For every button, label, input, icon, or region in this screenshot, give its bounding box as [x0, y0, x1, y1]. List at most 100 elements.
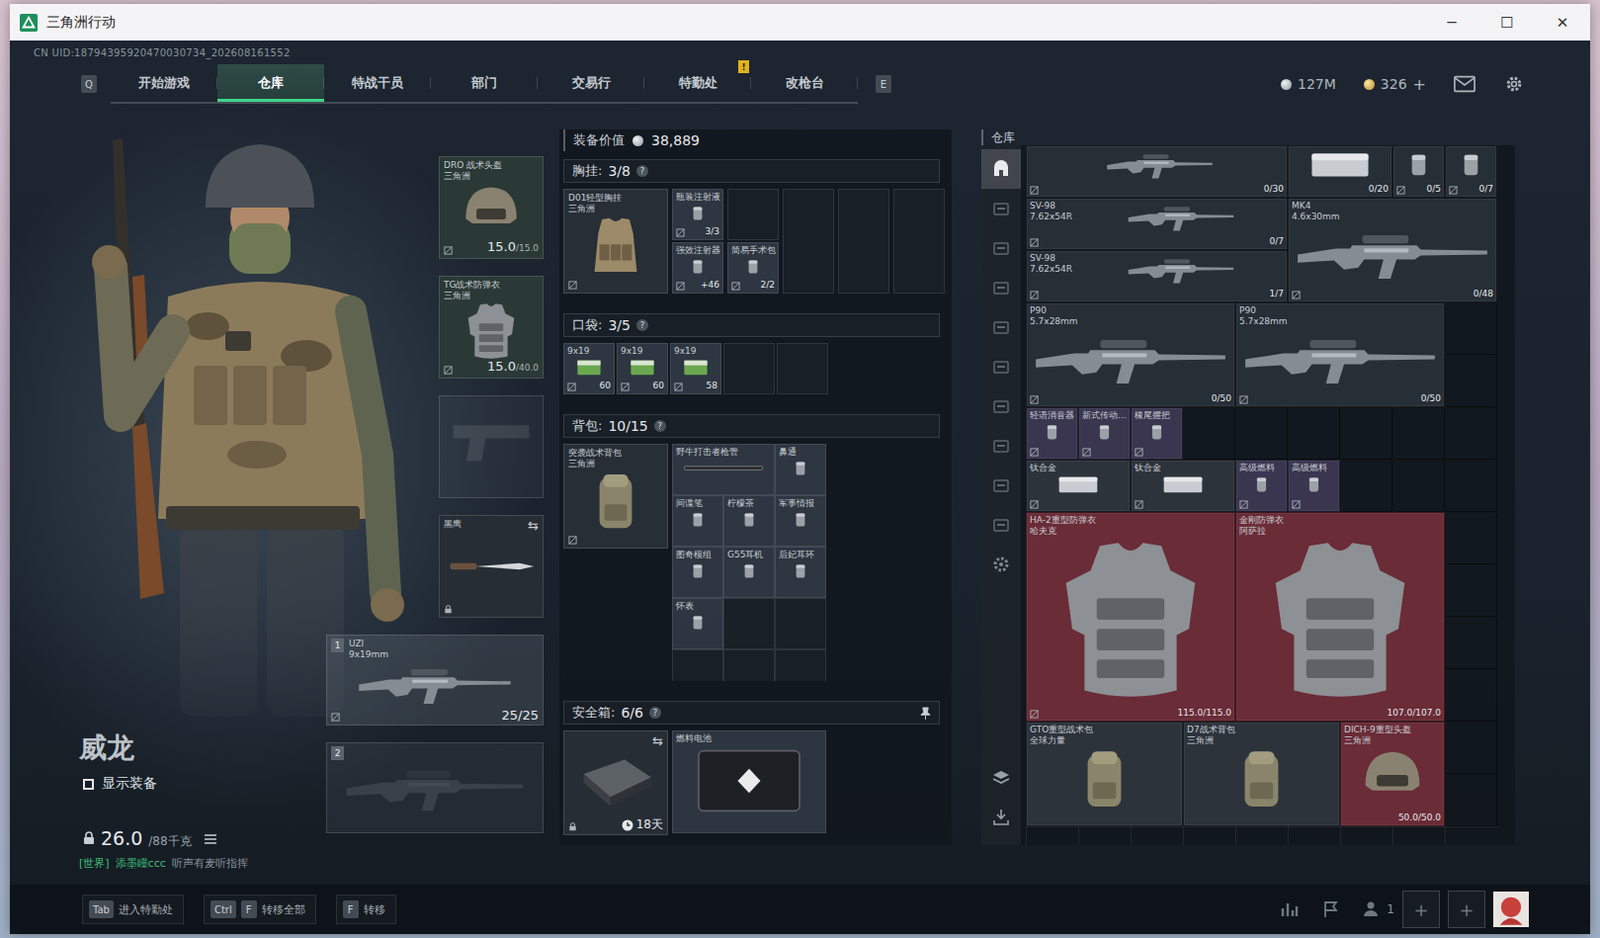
warehouse-item[interactable]: 0/5 [1392, 145, 1445, 198]
empty-slot[interactable] [727, 188, 779, 241]
warehouse-tab[interactable] [981, 307, 1021, 347]
key-hint[interactable]: F转移 [336, 894, 397, 925]
warehouse-item[interactable]: GTO重型战术包全球力量 [1025, 721, 1183, 827]
weapon-slot[interactable]: 2 [326, 742, 544, 834]
warehouse-item[interactable]: D7战术背包三角洲 [1182, 721, 1341, 827]
inventory-item[interactable]: G55耳机 [723, 546, 775, 598]
next-tab-key[interactable]: E [875, 75, 892, 93]
container-item[interactable]: ⇆18天 [563, 730, 669, 836]
stats-chart-icon[interactable] [1279, 899, 1300, 920]
warehouse-item[interactable]: 金刚防弹衣阿萨拉107.0/107.0 [1235, 511, 1445, 722]
warehouse-item[interactable]: P905.7x28mm0/50 [1235, 302, 1445, 408]
empty-slot[interactable] [723, 597, 775, 650]
party-count[interactable]: 1 [1362, 899, 1395, 920]
inventory-item[interactable]: 军事情报 [774, 495, 827, 547]
gear-icon[interactable] [1503, 74, 1525, 94]
warehouse-tab[interactable] [981, 425, 1021, 466]
empty-slot[interactable] [1392, 407, 1445, 460]
nav-tab[interactable]: 交易行 [537, 64, 645, 102]
warehouse-tab[interactable] [981, 505, 1021, 545]
empty-slot[interactable] [774, 597, 827, 650]
empty-slot[interactable] [1444, 302, 1498, 355]
inventory-item[interactable]: 鼻通 [774, 443, 827, 496]
empty-slot[interactable] [1444, 511, 1498, 565]
key-hint[interactable]: Tab进入特勤处 [82, 894, 184, 925]
empty-slot[interactable] [1444, 354, 1498, 408]
chat-line[interactable]: [世界]添墨瞳ccc听声有麦听指挥 [9, 855, 327, 872]
empty-slot[interactable] [1444, 459, 1498, 512]
warehouse-tab[interactable] [981, 149, 1021, 189]
empty-slot[interactable] [1392, 459, 1445, 512]
inventory-item[interactable]: 9x1960 [616, 342, 669, 395]
warehouse-item[interactable]: HA-2重型防弹衣哈夫克115.0/115.0 [1025, 511, 1236, 722]
prev-tab-key[interactable]: Q [81, 75, 97, 93]
warehouse-item[interactable]: 橡尾握把 [1130, 407, 1183, 460]
empty-slot[interactable] [776, 342, 829, 395]
invite-slot[interactable]: + [1402, 890, 1440, 928]
warehouse-tool[interactable] [981, 797, 1021, 838]
empty-slot[interactable] [1235, 407, 1288, 460]
warehouse-item[interactable]: 0/30 [1025, 145, 1288, 198]
warehouse-item[interactable]: SV-987.62x54R0/7 [1025, 197, 1288, 251]
nav-tab[interactable]: 特战干员 [324, 64, 431, 102]
warehouse-item[interactable]: DICH-9重型头盔三角洲50.0/50.0 [1340, 721, 1445, 827]
swap-button[interactable]: ⇆ [652, 734, 664, 748]
add-currency-button[interactable]: + [1413, 75, 1427, 94]
empty-slot[interactable] [672, 649, 724, 681]
warehouse-tab[interactable] [981, 386, 1021, 426]
equipment-slot[interactable]: 黑鹰⇆ [438, 514, 544, 618]
nav-tab[interactable]: 开始游戏 [110, 64, 218, 102]
inventory-item[interactable]: 燃料电池 [672, 730, 827, 834]
help-button[interactable]: ? [649, 706, 662, 719]
mail-icon[interactable] [1453, 74, 1476, 94]
empty-slot[interactable] [1444, 721, 1498, 774]
warehouse-tool[interactable] [981, 757, 1021, 798]
empty-slot[interactable] [1182, 407, 1236, 460]
invite-slot[interactable]: + [1447, 890, 1486, 928]
window-control-button[interactable]: ☐ [1479, 3, 1535, 41]
inventory-item[interactable]: 9x1958 [670, 342, 722, 395]
pin-icon[interactable] [920, 706, 931, 720]
warehouse-item[interactable]: 0/20 [1287, 145, 1393, 198]
empty-slot[interactable] [1287, 407, 1341, 460]
warehouse-item[interactable]: SV-987.62x54R1/7 [1025, 250, 1288, 303]
empty-slot[interactable] [774, 649, 827, 681]
empty-slot[interactable] [1444, 616, 1498, 670]
warehouse-item[interactable]: 高级燃料 [1235, 459, 1288, 512]
help-button[interactable]: ? [636, 165, 649, 177]
equipment-slot[interactable]: DRO 战术头盔三角洲15.0/15.0 [438, 156, 544, 259]
inventory-item[interactable]: 图奇模组 [672, 546, 724, 598]
container-item[interactable]: 突袭战术背包三角洲 [563, 443, 669, 549]
inventory-item[interactable]: 强效注射器+46 [672, 242, 724, 294]
equipment-slot[interactable]: TG战术防弹衣三角洲15.0/40.0 [438, 275, 544, 379]
nav-tab[interactable]: 仓库 [217, 64, 325, 102]
warehouse-item[interactable]: 钛合金 [1130, 459, 1236, 512]
inventory-item[interactable]: 9x1960 [563, 342, 615, 395]
inventory-item[interactable]: 柠檬茶 [723, 495, 775, 547]
player-avatar-icon[interactable] [1493, 891, 1529, 927]
inventory-item[interactable]: 怀表 [672, 597, 724, 650]
swap-button[interactable]: ⇆ [527, 518, 539, 532]
warehouse-tab[interactable] [981, 267, 1021, 308]
nav-tab[interactable]: 部门 [430, 64, 538, 102]
inventory-item[interactable]: 瓶装注射液3/3 [672, 188, 724, 241]
empty-slot[interactable] [1444, 669, 1498, 722]
inventory-item[interactable]: 野牛打击者枪管 [672, 443, 775, 496]
warehouse-tab[interactable] [981, 465, 1021, 506]
equipment-slot[interactable] [438, 395, 544, 499]
warehouse-item[interactable]: P905.7x28mm0/50 [1025, 302, 1236, 408]
window-control-button[interactable]: ─ [1424, 3, 1480, 41]
help-button[interactable]: ? [636, 319, 649, 332]
empty-slot[interactable] [723, 342, 775, 395]
weapon-slot[interactable]: 1UZI9x19mm25/25 [326, 634, 544, 726]
empty-slot[interactable] [893, 188, 945, 294]
empty-slot[interactable] [723, 649, 775, 681]
warehouse-item[interactable]: MK44.6x30mm0/48 [1287, 197, 1498, 303]
warehouse-tab[interactable] [981, 188, 1021, 229]
warehouse-item[interactable]: 新式传动… [1078, 407, 1131, 460]
empty-slot[interactable] [1340, 407, 1393, 460]
inventory-item[interactable]: 简易手术包2/2 [727, 242, 779, 294]
show-gear-checkbox[interactable] [83, 778, 94, 790]
key-hint[interactable]: CtrlF转移全部 [203, 894, 317, 925]
empty-slot[interactable] [1444, 773, 1498, 827]
